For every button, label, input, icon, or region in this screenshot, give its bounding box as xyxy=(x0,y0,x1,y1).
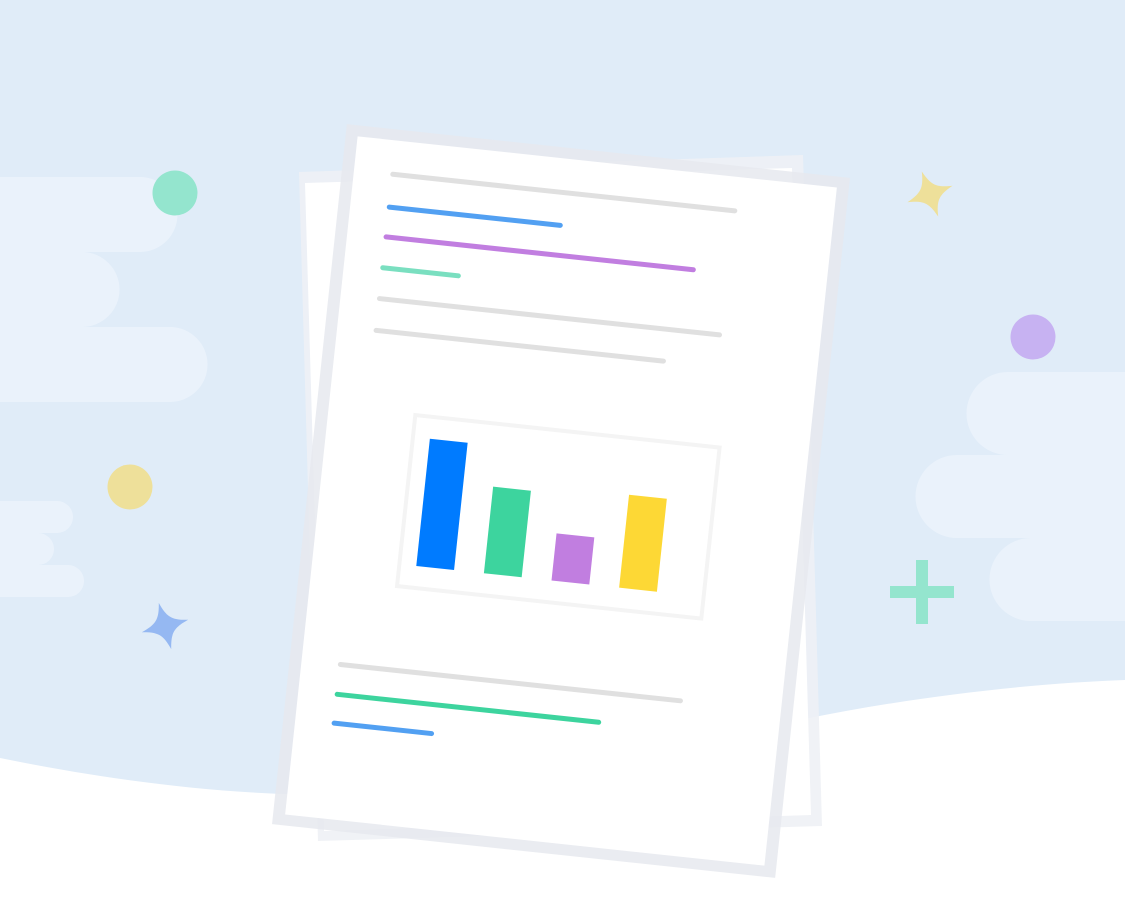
yellow-dot xyxy=(107,464,153,510)
chart-card xyxy=(394,412,722,621)
cloud xyxy=(0,533,54,565)
document-illustration xyxy=(0,0,1125,900)
front-page xyxy=(272,124,850,878)
cloud xyxy=(0,177,178,252)
purple-dot xyxy=(1010,314,1056,360)
cloud xyxy=(966,372,1125,455)
cloud xyxy=(915,454,1125,538)
cloud xyxy=(0,501,73,533)
cloud xyxy=(989,538,1125,621)
green-dot xyxy=(152,170,198,216)
cloud xyxy=(0,565,84,597)
cloud xyxy=(0,252,120,327)
cloud xyxy=(0,327,208,402)
chart-bar xyxy=(551,533,595,585)
